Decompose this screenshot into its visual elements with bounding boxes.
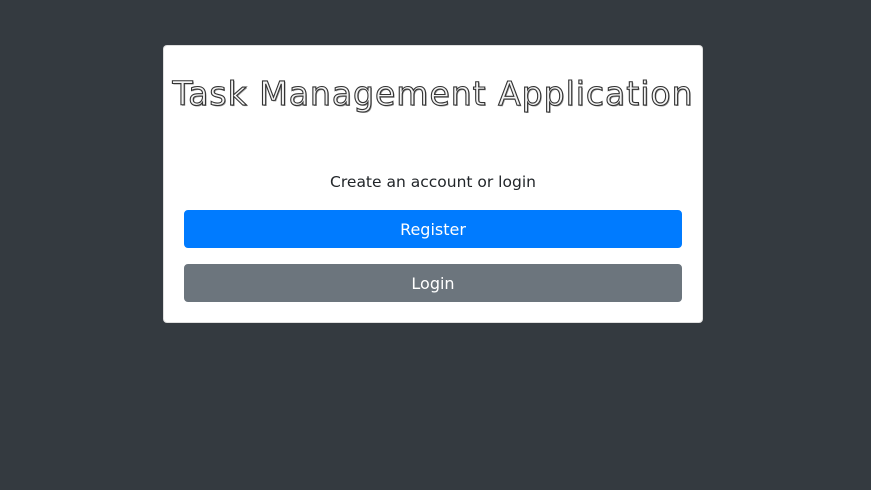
app-title: Task Management Application: [172, 73, 694, 113]
login-button[interactable]: Login: [184, 264, 682, 302]
app-subtitle: Create an account or login: [330, 173, 536, 191]
register-button[interactable]: Register: [184, 210, 682, 248]
auth-card: Task Management Application Create an ac…: [163, 45, 703, 323]
